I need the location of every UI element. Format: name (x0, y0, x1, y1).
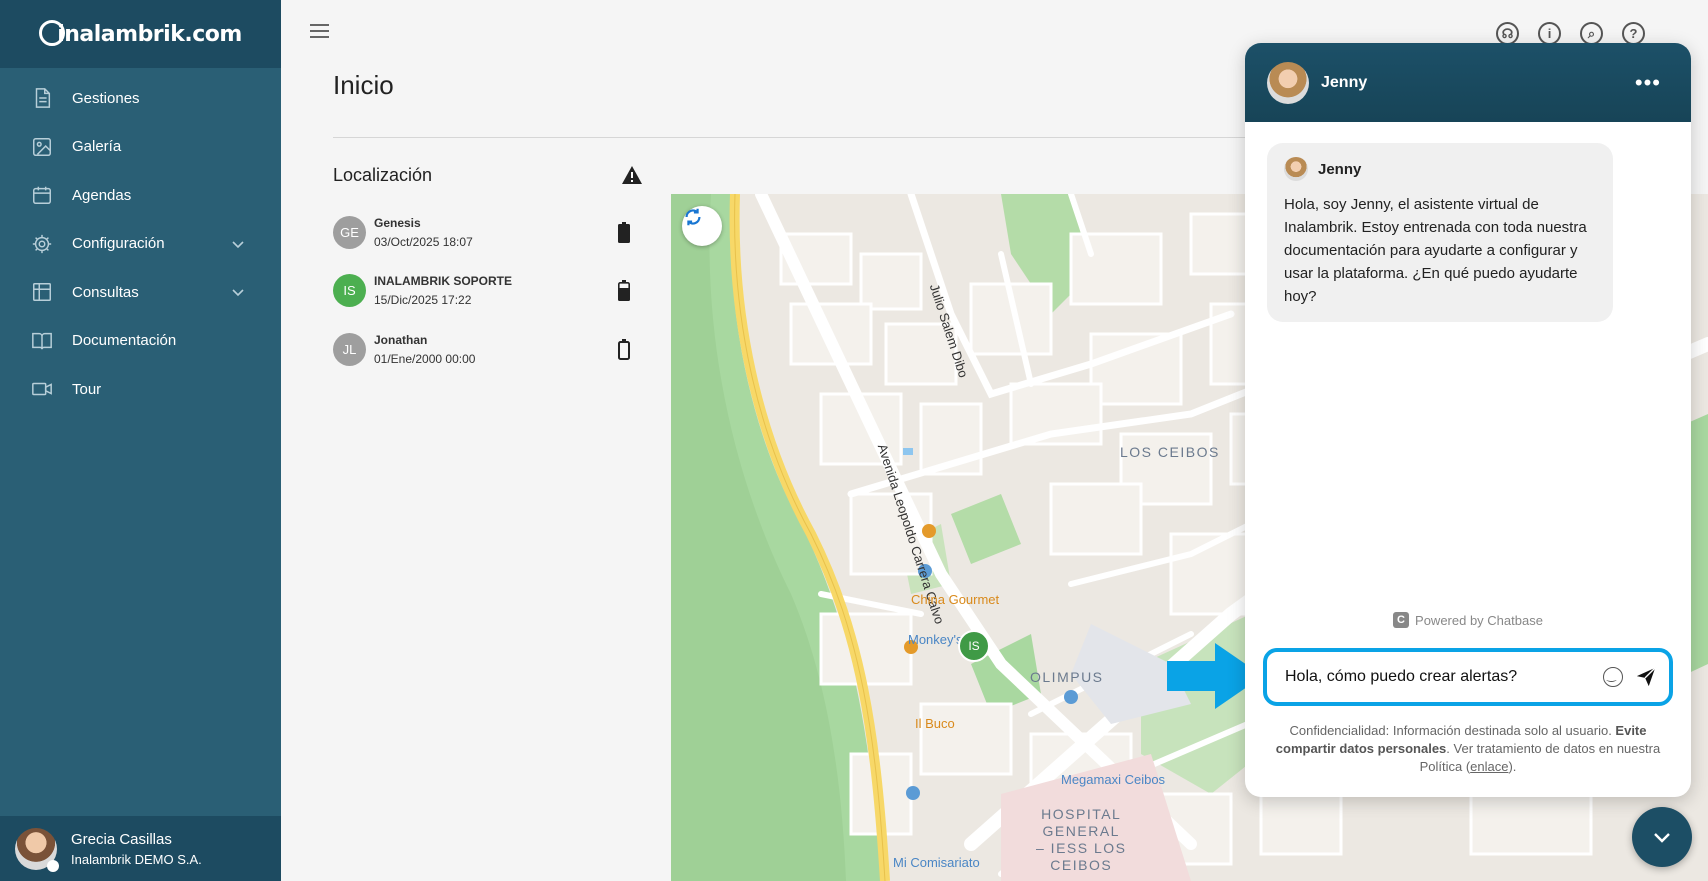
chevron-down-icon (1654, 833, 1670, 843)
sidebar-item-label: Agendas (72, 186, 132, 204)
battery-medium-icon (618, 280, 630, 302)
sidebar-item-galeria[interactable]: Galería (0, 123, 281, 172)
sidebar-item-label: Configuración (72, 235, 165, 253)
refresh-icon (685, 208, 701, 226)
avatar (1284, 157, 1308, 181)
device-name: Genesis (374, 215, 421, 230)
sidebar-item-label: Tour (72, 380, 102, 398)
hamburger-menu-icon[interactable] (310, 24, 329, 38)
device-name: Jonathan (374, 332, 428, 347)
map-poi-label: China Gourmet (911, 592, 1000, 607)
disclaimer-text: . Ver tratamiento de datos en nuestra Po… (1419, 741, 1661, 774)
message-input[interactable] (1285, 668, 1585, 686)
policy-link[interactable]: enlace (1470, 759, 1508, 774)
brand-name: inalambrik.com (57, 21, 242, 47)
map-area-label: LOS CEIBOS (1120, 444, 1220, 460)
chat-message: Jenny Hola, soy Jenny, el asistente virt… (1267, 143, 1613, 322)
book-icon (32, 332, 52, 350)
chat-toggle-button[interactable] (1632, 807, 1692, 867)
chevron-down-icon[interactable] (231, 237, 245, 251)
sidebar-item-agendas[interactable]: Agendas (0, 171, 281, 220)
info-icon[interactable]: i (1538, 22, 1561, 45)
image-icon (33, 137, 51, 156)
top-icons: ☊ i ⌕ ? (1496, 22, 1645, 45)
user-name: Grecia Casillas (71, 830, 172, 848)
map-poi-label: Mi Comisariato (893, 855, 980, 870)
sidebar-item-configuracion[interactable]: Configuración (0, 220, 281, 269)
sidebar-item-gestiones[interactable]: Gestiones (0, 74, 281, 123)
brand-logo[interactable]: inalambrik.com (39, 20, 242, 47)
map-poi-label: Megamaxi Ceibos (1061, 772, 1166, 787)
list-item[interactable]: IS INALAMBRIK SOPORTE 15/Dic/2025 17:22 (333, 262, 643, 321)
help-icon[interactable]: ? (1622, 22, 1645, 45)
sidebar-item-label: Galería (72, 138, 122, 156)
send-icon[interactable] (1635, 666, 1657, 688)
map-area-label: HOSPITAL GENERAL – IESS LOS CEIBOS (1036, 806, 1127, 873)
avatar (1267, 61, 1309, 104)
headset-icon[interactable]: ☊ (1496, 22, 1519, 45)
emoji-icon[interactable] (1603, 667, 1623, 687)
list-item[interactable]: GE Genesis 03/Oct/2025 18:07 (333, 203, 643, 262)
sidebar: inalambrik.com Gestiones Galería Agendas… (0, 0, 281, 881)
map-poi-label: Il Buco (915, 716, 955, 731)
list-item[interactable]: JL Jonathan 01/Ene/2000 00:00 (333, 320, 643, 379)
search-icon[interactable]: ⌕ (1580, 22, 1603, 45)
sidebar-item-label: Gestiones (72, 89, 140, 107)
powered-by-text: Powered by Chatbase (1415, 612, 1543, 628)
powered-by[interactable]: C Powered by Chatbase (1245, 612, 1691, 628)
chatbase-logo-icon: C (1393, 612, 1410, 628)
privacy-disclaimer: Confidencialidad: Información destinada … (1259, 722, 1677, 776)
divider (333, 137, 1283, 138)
map-area-label: OLIMPUS (1030, 669, 1104, 685)
chat-input-box (1263, 648, 1673, 706)
location-title: Localización (333, 165, 433, 185)
document-icon (35, 88, 51, 109)
gear-icon (32, 234, 52, 253)
status-dot (47, 859, 59, 872)
page-title: Inicio (333, 70, 394, 100)
chat-header: Jenny ••• (1245, 43, 1691, 122)
message-author: Jenny (1318, 160, 1362, 178)
sidebar-item-label: Consultas (72, 283, 139, 301)
map-marker[interactable]: IS (958, 630, 990, 662)
sidebar-item-documentacion[interactable]: Documentación (0, 317, 281, 366)
device-time: 03/Oct/2025 18:07 (374, 234, 473, 249)
device-list: GE Genesis 03/Oct/2025 18:07 IS INALAMBR… (333, 203, 643, 379)
brand-header: inalambrik.com (0, 0, 281, 68)
device-avatar: JL (333, 332, 366, 366)
more-options-icon[interactable]: ••• (1635, 70, 1661, 96)
battery-empty-icon (618, 338, 630, 360)
avatar (15, 827, 59, 872)
sidebar-item-label: Documentación (72, 332, 177, 350)
chevron-down-icon[interactable] (231, 285, 245, 299)
chat-agent-name: Jenny (1321, 73, 1368, 91)
warning-icon[interactable] (621, 165, 643, 185)
video-icon (32, 383, 52, 396)
user-profile[interactable]: Grecia Casillas Inalambrik DEMO S.A. (0, 816, 281, 881)
device-time: 15/Dic/2025 17:22 (374, 293, 472, 308)
map-refresh-button[interactable] (682, 206, 722, 246)
user-company: Inalambrik DEMO S.A. (71, 851, 202, 867)
device-avatar: GE (333, 215, 366, 249)
table-icon (33, 283, 51, 302)
sidebar-nav: Gestiones Galería Agendas Configuración … (0, 74, 281, 414)
chat-widget: Jenny ••• Jenny Hola, soy Jenny, el asis… (1245, 43, 1691, 797)
disclaimer-text: Confidencialidad: Información destinada … (1289, 723, 1616, 738)
device-avatar: IS (333, 274, 366, 308)
battery-high-icon (618, 221, 630, 243)
sidebar-item-tour[interactable]: Tour (0, 365, 281, 414)
device-name: INALAMBRIK SOPORTE (374, 274, 512, 289)
message-text: Hola, soy Jenny, el asistente virtual de… (1284, 196, 1587, 305)
map-poi-label: Monkey's (908, 632, 963, 647)
disclaimer-text: ). (1508, 759, 1517, 774)
sidebar-item-consultas[interactable]: Consultas (0, 268, 281, 317)
device-time: 01/Ene/2000 00:00 (374, 351, 476, 366)
calendar-icon (33, 187, 51, 205)
